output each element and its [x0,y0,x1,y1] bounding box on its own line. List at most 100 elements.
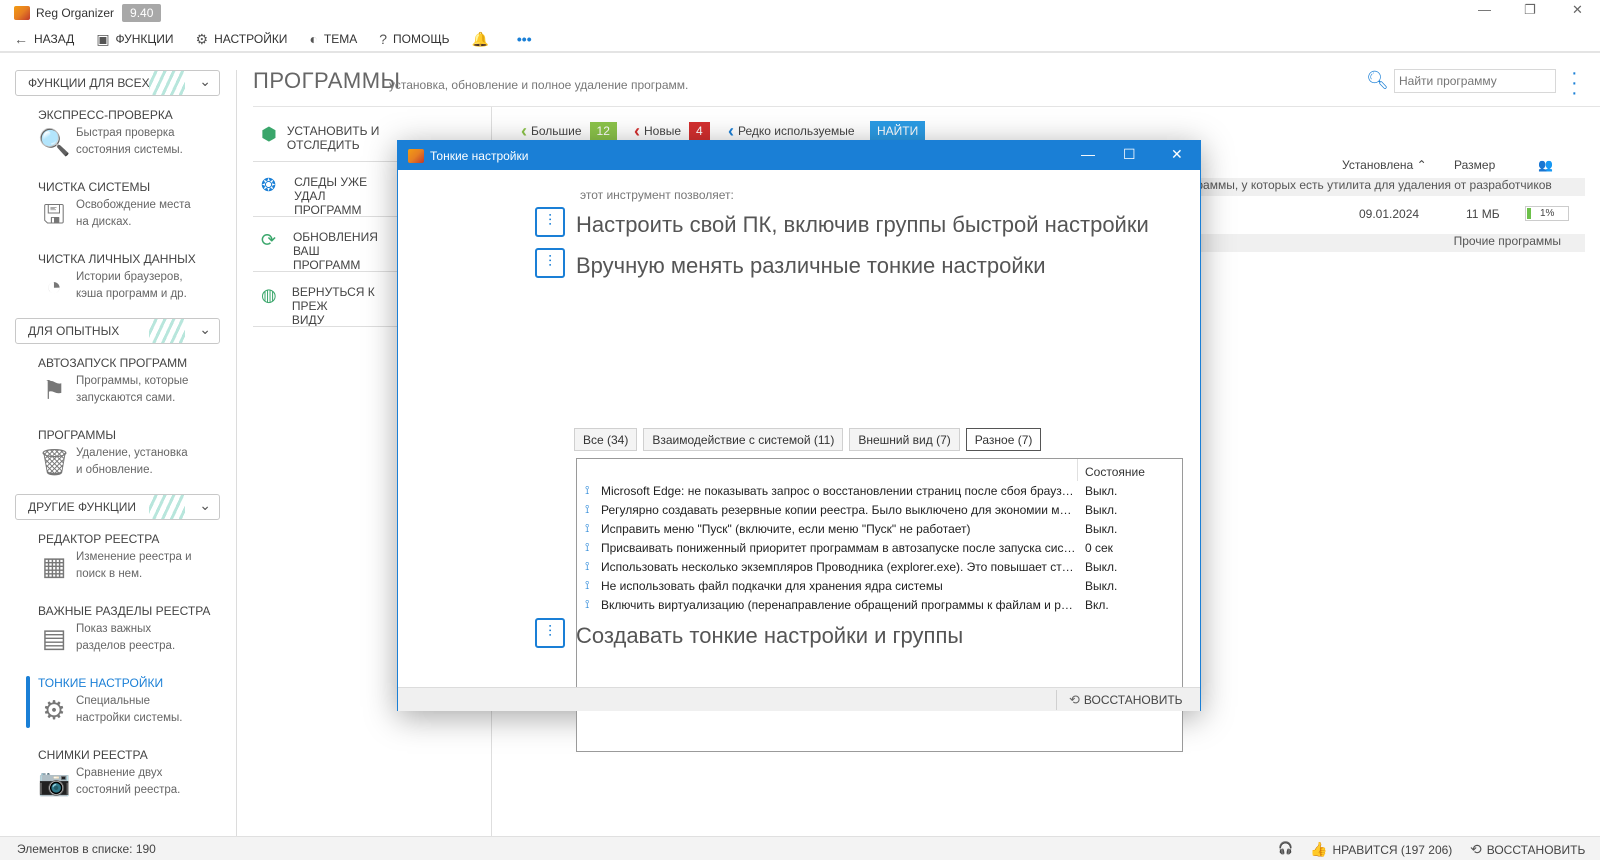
list-item[interactable]: ⟟ Не использовать файл подкачки для хран… [585,578,1175,597]
settings-menu[interactable]: ⚙ НАСТРОЙКИ [196,31,288,48]
app-logo-icon [14,6,30,20]
support-icon[interactable]: 🎧 [1278,841,1293,855]
disk-cleanup-icon: 🖫 [42,199,66,229]
filter-rarely-used[interactable]: ‹ Редко используемые [728,121,855,141]
toolbox-icon: ▣ [96,30,110,47]
chevron-down-icon: ⌄ [199,497,211,513]
sidebar-item-important-registry[interactable]: ВАЖНЫЕ РАЗДЕЛЫ РЕЕСТРА ▤ Показ важных раз… [38,604,218,655]
stripes-decoration [149,319,185,343]
chevron-down-icon: ⌄ [199,73,211,89]
find-button[interactable]: НАЙТИ [870,121,926,141]
list-item[interactable]: ⟟ Использовать несколько экземпляров Про… [585,559,1175,578]
sidebar-item-system-cleanup[interactable]: ЧИСТКА СИСТЕМЫ 🖫 Освобождение места на ди… [38,180,218,231]
dialog-close-button[interactable]: ✕ [1171,146,1183,163]
filter-new[interactable]: ‹ Новые 4 [634,121,710,141]
tweaks-dialog: Тонкие настройки — ☐ ✕ этот инструмент п… [397,140,1201,752]
filter-big[interactable]: ‹ Большие 12 [521,121,617,141]
group-row-uninstaller[interactable]: граммы, у которых есть утилита для удале… [1190,178,1585,196]
section-other-functions[interactable]: ДРУГИЕ ФУНКЦИИ ⌄ [15,494,220,520]
minimize-button[interactable]: — [1478,2,1491,17]
sidebar-item-autorun[interactable]: АВТОЗАПУСК ПРОГРАММ ⚑ Программы, которые… [38,356,218,407]
more-button[interactable]: ••• [517,31,538,47]
group-row-other[interactable]: Прочие программы [1190,234,1585,252]
back-button[interactable]: ← НАЗАД [14,31,74,47]
functions-menu[interactable]: ▣ ФУНКЦИИ [96,31,173,48]
action-install-and-track[interactable]: ⬢ УСТАНОВИТЬ И ОТСЛЕДИТЬ [253,124,398,152]
help-menu[interactable]: ? ПОМОЩЬ [379,31,449,47]
chevron-left-icon: ‹ [521,120,527,141]
dialog-title: Тонкие настройки [430,148,529,163]
bell-icon: 🔔 [471,30,489,47]
stripes-decoration [149,495,185,519]
like-button[interactable]: 👍 НРАВИТСЯ (197 206) [1310,841,1452,858]
tab-misc[interactable]: Разное (7) [965,428,1042,451]
stripes-decoration [149,71,185,95]
chevron-left-icon: ‹ [634,120,640,141]
dialog-maximize-button[interactable]: ☐ [1123,146,1136,163]
paw-traces-icon: ❂ [261,175,277,195]
action-divider [253,216,398,217]
help-icon: ? [379,31,388,47]
theme-icon: ◐ [309,31,318,47]
column-size[interactable]: Размер [1454,158,1495,172]
section-functions-for-all[interactable]: ФУНКЦИИ ДЛЯ ВСЕХ ⌄ [15,70,220,96]
list-item[interactable]: ⟟ Регулярно создавать резервные копии ре… [585,502,1175,521]
camera-icon: 📷 [38,767,71,797]
restore-icon: ⟲ [1069,692,1080,707]
create-tweaks-link[interactable]: Создавать тонкие настройки и группы [576,623,963,649]
header-divider [253,106,1600,107]
action-updates[interactable]: ⟳ ОБНОВЛЕНИЯ ВАШ ПРОГРАММ [253,230,398,272]
sliders-gear-icon: ⫶ [535,618,565,648]
tweak-category-tabs: Все (34) Взаимодействие с системой (11) … [574,428,1047,451]
row-usage-bar: 1% [1525,206,1569,221]
restore-window-button[interactable]: ❐ [1524,2,1536,18]
row-size: 11 МБ [1466,207,1500,221]
sidebar-item-registry-editor[interactable]: РЕДАКТОР РЕЕСТРА ▦ Изменение реестра и по… [38,532,218,583]
list-item[interactable]: ⟟ Включить виртуализацию (перенаправлени… [585,597,1175,616]
restore-status-button[interactable]: ⟲ ВОССТАНОВИТЬ [1470,841,1585,858]
list-item[interactable]: ⟟ Microsoft Edge: не показывать запрос о… [585,483,1175,502]
main-menu: ← НАЗАД ▣ ФУНКЦИИ ⚙ НАСТРОЙКИ ◐ ТЕМА ? ПОМОЩЬ… [0,27,1600,51]
section-for-advanced[interactable]: ДЛЯ ОПЫТНЫХ ⌄ [15,318,220,344]
pin-icon: ⟟ [585,559,590,573]
action-traces-removed[interactable]: ❂ СЛЕДЫ УЖЕ УДАЛ ПРОГРАММ [253,175,398,217]
pin-icon: ⟟ [585,483,590,497]
autorun-icon: ⚑ [42,375,66,405]
close-window-button[interactable]: ✕ [1572,2,1583,18]
tab-system-interaction[interactable]: Взаимодействие с системой (11) [643,428,844,451]
gear-icon: ⚙ [195,30,209,47]
list-item[interactable]: ⟟ Исправить меню "Пуск" (включите, если … [585,521,1175,540]
action-divider [253,161,398,162]
sidebar-item-tweaks[interactable]: ТОНКИЕ НАСТРОЙКИ ⚙ Специальные настройки … [38,676,218,727]
quick-groups-link[interactable]: Настроить свой ПК, включив группы быстро… [576,212,1149,238]
sort-up-icon: ⌃ [1416,158,1427,172]
users-column-icon[interactable]: 👥 [1538,158,1553,172]
notifications-button[interactable]: 🔔 [471,31,494,48]
search-input[interactable] [1394,69,1556,93]
column-installed[interactable]: Установлена ⌃ [1342,158,1427,172]
restore-icon: ⟲ [1470,841,1482,857]
dialog-minimize-button[interactable]: — [1081,146,1095,162]
page-title: ПРОГРАММЫ [253,68,401,93]
column-state[interactable]: Состояние [1085,465,1145,479]
dialog-footer: ⟲ ВОССТАНОВИТЬ [398,687,1200,711]
sidebar-item-private-data-cleanup[interactable]: ЧИСТКА ЛИЧНЫХ ДАННЫХ ◔ Истории браузеров… [38,252,218,303]
title-bar: Reg Organizer 9.40 — ❐ ✕ [0,0,1600,26]
pin-icon: ⟟ [585,597,590,611]
sidebar-item-registry-snapshots[interactable]: СНИМКИ РЕЕСТРА 📷 Сравнение двух состояний… [38,748,218,799]
action-return-view[interactable]: ◍ ВЕРНУТЬСЯ К ПРЕЖ ВИДУ [253,285,398,327]
tab-appearance[interactable]: Внешний вид (7) [849,428,960,451]
dialog-restore-button[interactable]: ⟲ ВОССТАНОВИТЬ [1056,690,1183,710]
manual-tweaks-heading: Вручную менять различные тонкие настройк… [576,253,1046,278]
sidebar-item-programs[interactable]: ПРОГРАММЫ 🗑 Удаление, установка и обновле… [38,428,218,479]
sidebar-item-express-check[interactable]: ЭКСПРЕСС-ПРОВЕРКА 🔍 Быстрая проверка сост… [38,108,218,159]
search-icon[interactable]: 🔍︎ [1366,70,1389,91]
kebab-menu-icon[interactable]: · · · [1571,63,1578,103]
tab-all[interactable]: Все (34) [574,428,638,451]
version-badge: 9.40 [122,4,162,22]
registry-editor-icon: ▦ [41,551,67,581]
pin-icon: ⟟ [585,578,590,592]
list-item[interactable]: ⟟ Присваивать пониженный приоритет прогр… [585,540,1175,559]
theme-menu[interactable]: ◐ ТЕМА [309,31,357,47]
active-indicator [26,676,30,728]
